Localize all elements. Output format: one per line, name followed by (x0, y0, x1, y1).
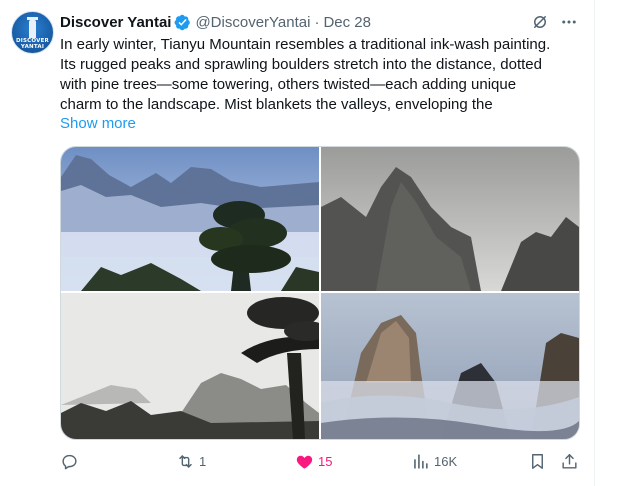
share-button[interactable] (560, 450, 579, 472)
reply-button[interactable] (60, 450, 83, 472)
avatar[interactable]: DISCOVER YANTAI (11, 11, 54, 54)
media-image-4[interactable] (321, 293, 579, 439)
author-name[interactable]: Discover Yantai (60, 14, 171, 31)
bookmark-button[interactable] (528, 450, 547, 472)
tweet-text-line: In early winter, Tianyu Mountain resembl… (60, 36, 551, 53)
media-image-3[interactable] (61, 293, 319, 439)
views-button[interactable]: 16K (411, 450, 457, 472)
retweet-button[interactable]: 1 (176, 450, 206, 472)
tweet-text-line: with pine trees—some towering, others tw… (60, 76, 517, 93)
tweet-text-line: charm to the landscape. Mist blankets th… (60, 96, 493, 113)
tweet-date[interactable]: Dec 28 (323, 14, 371, 31)
header-separator: · (314, 13, 320, 31)
verified-badge-icon[interactable] (174, 14, 191, 31)
author-handle[interactable]: @DiscoverYantai (195, 14, 310, 31)
views-icon (414, 453, 428, 469)
grok-icon[interactable] (529, 11, 551, 33)
share-icon (562, 453, 577, 469)
like-button[interactable]: 15 (295, 450, 332, 472)
tweet-card[interactable]: DISCOVER YANTAI Discover Yantai @Discove… (0, 0, 594, 486)
media-image-1[interactable] (61, 147, 319, 291)
tweet-header: Discover Yantai @DiscoverYantai · Dec 28 (60, 12, 371, 32)
tweet-text: In early winter, Tianyu Mountain resembl… (60, 35, 585, 115)
show-more-link[interactable]: Show more (60, 114, 136, 134)
like-count: 15 (318, 453, 333, 469)
reply-icon (62, 454, 77, 469)
heart-icon (296, 455, 313, 469)
bookmark-icon (532, 453, 543, 469)
avatar-logo-text-line2: YANTAI (20, 44, 45, 50)
tweet-text-line: Its rugged peaks and sprawling boulders … (60, 56, 542, 73)
media-grid (60, 146, 580, 440)
retweet-icon (179, 454, 192, 468)
views-count: 16K (434, 453, 458, 469)
column-divider (594, 0, 595, 486)
lighthouse-logo-icon (27, 17, 38, 38)
more-icon[interactable] (558, 11, 580, 33)
action-bar: 1 15 16K (60, 450, 582, 472)
retweet-count: 1 (199, 453, 207, 469)
media-image-2[interactable] (321, 147, 579, 291)
